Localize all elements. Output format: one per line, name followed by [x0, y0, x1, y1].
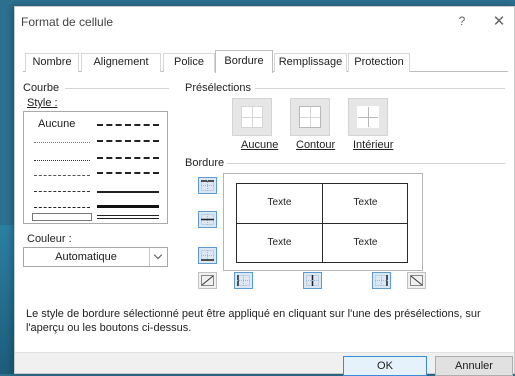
line-section-title: Courbe	[23, 82, 60, 94]
border-left-button[interactable]	[234, 272, 253, 289]
preset-inside-icon	[357, 106, 379, 128]
diagonal-up-icon	[201, 275, 214, 286]
preview-grid[interactable]: Texte Texte Texte Texte	[236, 183, 408, 263]
color-label: Couleur :	[27, 233, 72, 245]
preview-inside-horizontal-line	[237, 223, 407, 224]
help-description: Le style de bordure sélectionné peut êtr…	[26, 308, 481, 334]
tab-protection[interactable]: Protection	[348, 53, 410, 72]
close-button[interactable]: ✕	[491, 12, 507, 30]
desktop-background	[0, 225, 14, 374]
tab-bordure[interactable]: Bordure	[215, 50, 273, 73]
tab-remplissage[interactable]: Remplissage	[274, 53, 347, 72]
line-style-medium-dashed[interactable]	[97, 172, 159, 174]
line-style-none[interactable]: Aucune	[38, 118, 75, 130]
color-dropdown-value: Automatique	[55, 251, 117, 263]
preset-none-icon	[241, 106, 263, 128]
border-diagonal-up-button[interactable]	[198, 272, 217, 289]
preset-outline-icon	[299, 106, 321, 128]
preset-inside-button[interactable]	[348, 98, 388, 136]
diagonal-down-icon	[410, 275, 423, 286]
border-inside-horizontal-icon	[201, 214, 214, 225]
line-style-slanted-dash-dot[interactable]	[97, 140, 159, 142]
preset-none-button[interactable]	[232, 98, 272, 136]
border-bottom-icon	[201, 250, 214, 261]
line-style-list[interactable]: Aucune	[23, 111, 168, 224]
border-left-icon	[237, 275, 250, 286]
preset-inside-label: Intérieur	[353, 139, 394, 151]
preview-cell: Texte	[267, 197, 292, 208]
dropdown-arrow[interactable]	[149, 248, 167, 266]
border-inside-vertical-button[interactable]	[303, 272, 322, 289]
line-style-medium[interactable]	[97, 191, 159, 193]
border-section-title: Bordure	[185, 157, 225, 169]
preset-none-label: Aucune	[241, 139, 279, 151]
cancel-button[interactable]: Annuler	[435, 356, 513, 376]
border-right-icon	[375, 275, 388, 286]
ok-button[interactable]: OK	[343, 356, 427, 376]
border-inside-vertical-icon	[306, 275, 319, 286]
border-preview[interactable]: Texte Texte Texte Texte	[223, 173, 423, 271]
line-style-double[interactable]	[97, 215, 159, 219]
line-style-hair[interactable]	[34, 142, 90, 143]
line-style-dotted[interactable]	[34, 160, 90, 161]
presets-title: Présélections	[185, 82, 252, 94]
line-style-thick[interactable]	[97, 205, 159, 208]
line-style-dash-dot[interactable]	[34, 191, 90, 192]
border-section-divider	[227, 163, 505, 164]
border-bottom-button[interactable]	[198, 247, 217, 264]
preset-outline-label: Contour	[296, 139, 336, 151]
help-button[interactable]: ?	[455, 14, 469, 28]
tab-police[interactable]: Police	[163, 53, 215, 72]
border-inside-horizontal-button[interactable]	[198, 211, 217, 228]
border-top-icon	[201, 180, 214, 191]
line-style-dashed[interactable]	[34, 207, 90, 208]
tab-alignement[interactable]: Alignement	[81, 53, 161, 72]
preset-outline-button[interactable]	[290, 98, 330, 136]
border-diagonal-down-button[interactable]	[407, 272, 426, 289]
presets-divider	[255, 88, 505, 89]
color-dropdown[interactable]: Automatique	[23, 247, 168, 267]
style-label: Style :	[27, 97, 58, 109]
format-cells-dialog: Format de cellule ? ✕ Nombre Alignement …	[14, 6, 515, 376]
line-section-divider	[65, 88, 169, 89]
preview-cell: Texte	[267, 237, 292, 248]
border-right-button[interactable]	[372, 272, 391, 289]
dialog-title: Format de cellule	[21, 15, 114, 29]
tab-nombre[interactable]: Nombre	[25, 53, 79, 72]
chevron-down-icon	[153, 250, 163, 260]
border-top-button[interactable]	[198, 177, 217, 194]
preview-cell: Texte	[353, 197, 378, 208]
preview-cell: Texte	[353, 237, 378, 248]
tab-strip: Nombre Alignement Police Bordure Remplis…	[23, 50, 508, 73]
line-style-medium-dash-dot-dot[interactable]	[97, 124, 159, 126]
line-style-medium-dash-dot[interactable]	[97, 157, 159, 159]
line-style-selected-thin[interactable]	[32, 213, 92, 221]
line-style-dash-dot-dot[interactable]	[34, 175, 90, 176]
